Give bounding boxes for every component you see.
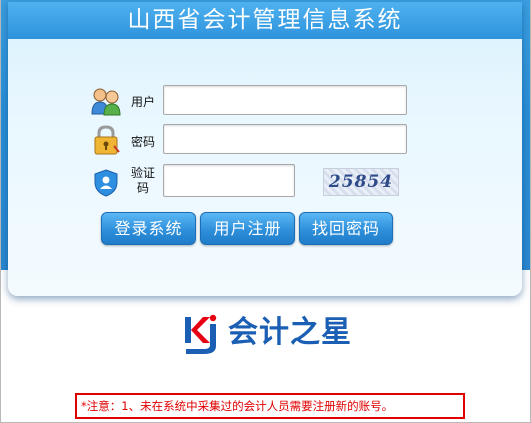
shield-icon bbox=[94, 169, 118, 197]
register-button[interactable]: 用户注册 bbox=[200, 212, 295, 245]
app-title: 山西省会计管理信息系统 bbox=[127, 7, 403, 33]
password-label: 密码 bbox=[131, 135, 156, 149]
lock-icon bbox=[94, 125, 120, 155]
username-input[interactable] bbox=[163, 85, 407, 115]
registration-notice: *注意：1、未在系统中采集过的会计人员需要注册新的账号。 bbox=[75, 393, 465, 419]
captcha-label: 验证码 bbox=[131, 166, 156, 195]
brand-name: 会计之星 bbox=[228, 315, 352, 350]
login-button[interactable]: 登录系统 bbox=[101, 212, 196, 245]
captcha-input[interactable] bbox=[163, 164, 295, 197]
kj-logo-icon bbox=[185, 314, 217, 354]
password-input[interactable] bbox=[163, 124, 407, 154]
username-label: 用户 bbox=[131, 95, 156, 109]
recover-password-button[interactable]: 找回密码 bbox=[299, 212, 393, 245]
captcha-image[interactable]: 25854 bbox=[323, 168, 399, 196]
users-icon bbox=[91, 88, 121, 116]
